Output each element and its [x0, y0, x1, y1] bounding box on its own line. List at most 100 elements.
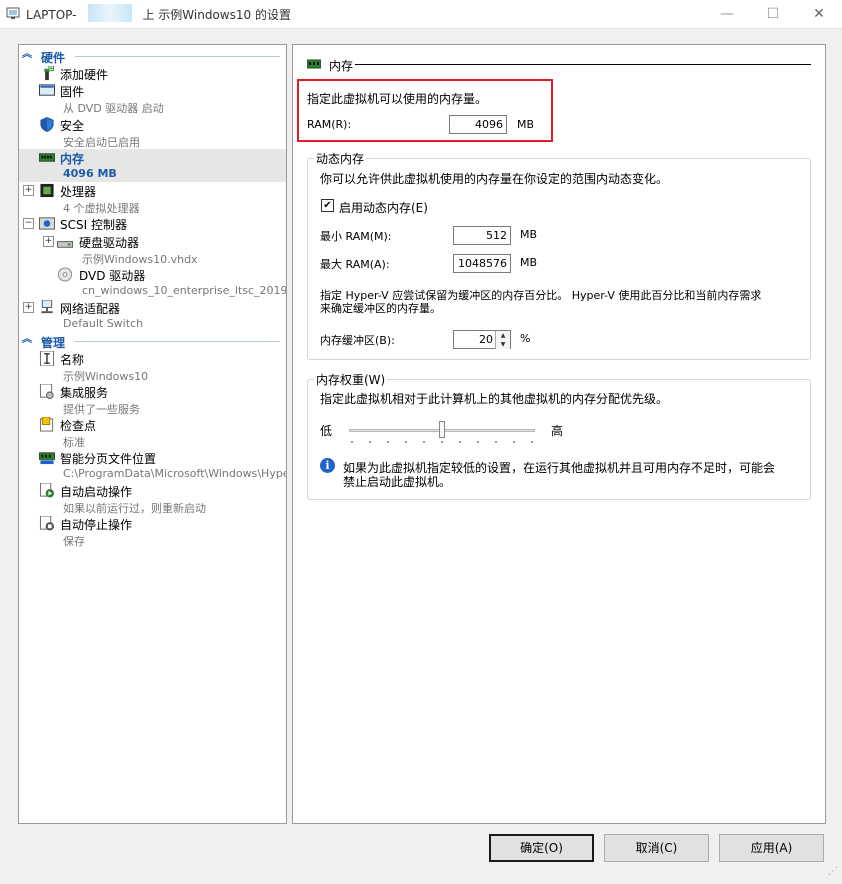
window-title-prefix: LAPTOP- [26, 8, 77, 22]
sidebar-item-detail: 提供了一些服务 [63, 403, 140, 416]
sidebar-item-label: SCSI 控制器 [60, 218, 127, 232]
auto-stop-icon [39, 516, 55, 531]
collapse-minus-icon[interactable]: − [23, 218, 34, 229]
sidebar-item-checkpoints[interactable]: 检查点 标准 [19, 416, 286, 449]
slider-tick [405, 441, 407, 443]
sidebar-item-label: 固件 [60, 85, 85, 99]
sidebar-item-detail: 安全启动已启用 [63, 136, 140, 149]
sidebar-item-smart-paging[interactable]: 智能分页文件位置 C:\ProgramData\Microsoft\Window… [19, 449, 286, 482]
enable-dynamic-memory-label[interactable]: 启用动态内存(E) [339, 199, 428, 216]
slider-tick [351, 441, 353, 443]
sidebar-item-detail: 4 个虚拟处理器 [63, 202, 140, 215]
collapse-chevron-icon[interactable]: ︽ [22, 334, 34, 346]
spin-down-icon[interactable]: ▼ [495, 340, 510, 349]
sidebar-item-security[interactable]: 安全 安全启动已启用 [19, 116, 286, 149]
buffer-unit: % [520, 332, 531, 345]
slider-tick [495, 441, 497, 443]
max-ram-input[interactable]: 1048576 [453, 254, 511, 273]
memory-icon [39, 153, 55, 162]
smart-paging-icon [39, 452, 55, 465]
panel-title-divider [355, 64, 811, 65]
sidebar-item-processor[interactable]: + 处理器 4 个虚拟处理器 [19, 182, 286, 215]
section-divider [75, 56, 280, 57]
min-ram-input[interactable]: 512 [453, 226, 511, 245]
buffer-description-line2: 来确定缓冲区的内存量。 [320, 302, 441, 315]
ram-label: RAM(R): [307, 118, 352, 131]
ram-unit: MB [517, 118, 535, 131]
sidebar-item-detail: Default Switch [63, 317, 144, 330]
memory-weight-title: 内存权重(W) [316, 373, 386, 387]
min-ram-unit: MB [520, 228, 538, 241]
sidebar-item-hard-drive[interactable]: + 硬盘驱动器 示例Windows10.vhdx [19, 233, 286, 266]
expand-plus-icon[interactable]: + [23, 185, 34, 196]
info-icon: i [320, 458, 335, 473]
slider-tick [441, 441, 443, 443]
expand-plus-icon[interactable]: + [23, 302, 34, 313]
spin-up-icon[interactable]: ▲ [495, 331, 510, 340]
management-section-label: 管理 [41, 336, 66, 350]
sidebar-item-auto-stop[interactable]: 自动停止操作 保存 [19, 515, 286, 548]
window-title: LAPTOP- 上 示例Windows10 的设置 [26, 6, 291, 23]
maximize-icon: ☐ [766, 6, 780, 22]
settings-window-icon [6, 7, 20, 19]
enable-dynamic-memory-checkbox[interactable]: ✔ [321, 199, 334, 212]
settings-nav-tree[interactable]: ︽ 硬件 添加硬件 固件 从 DVD 驱动器 启动 安全 安全启动已启用 内存 … [18, 44, 287, 824]
sidebar-item-label: 检查点 [60, 419, 97, 433]
title-bar[interactable]: LAPTOP- 上 示例Windows10 的设置 — ☐ ✕ [0, 0, 842, 29]
resize-grip-icon[interactable]: ⋰ [822, 866, 838, 882]
sidebar-item-label: 自动停止操作 [60, 518, 133, 532]
close-button[interactable]: ✕ [796, 0, 842, 28]
slider-tick [387, 441, 389, 443]
slider-tick [531, 441, 533, 443]
panel-title: 内存 [329, 59, 354, 73]
sidebar-item-label: DVD 驱动器 [79, 269, 146, 283]
sidebar-item-firmware[interactable]: 固件 从 DVD 驱动器 启动 [19, 82, 286, 115]
sidebar-item-detail: 保存 [63, 535, 85, 548]
max-ram-label: 最大 RAM(A): [320, 258, 390, 271]
hardware-section-label: 硬件 [41, 51, 66, 65]
maximize-button[interactable]: ☐ [750, 0, 796, 28]
integration-services-icon [39, 384, 54, 399]
firmware-icon [39, 84, 55, 96]
memory-description: 指定此虚拟机可以使用的内存量。 [307, 92, 488, 106]
sidebar-item-detail: C:\ProgramData\Microsoft\Windows\Hyper-V [63, 467, 287, 480]
apply-button[interactable]: 应用(A) [719, 834, 824, 862]
expand-plus-icon[interactable]: + [43, 236, 54, 247]
sidebar-item-label: 内存 [60, 152, 85, 166]
ram-input[interactable]: 4096 [449, 115, 507, 134]
ok-button[interactable]: 确定(O) [489, 834, 594, 862]
collapse-chevron-icon[interactable]: ︽ [22, 49, 34, 61]
sidebar-item-label: 处理器 [60, 185, 97, 199]
min-ram-label: 最小 RAM(M): [320, 230, 392, 243]
cancel-button[interactable]: 取消(C) [604, 834, 709, 862]
memory-settings-panel: 内存 指定此虚拟机可以使用的内存量。 RAM(R): 4096 MB 动态内存 … [292, 44, 826, 824]
slider-thumb[interactable] [439, 421, 445, 438]
auto-start-icon [39, 483, 55, 498]
hardware-section-header[interactable]: ︽ 硬件 [19, 48, 286, 65]
sidebar-item-label: 名称 [60, 353, 85, 367]
management-section-header[interactable]: ︽ 管理 [19, 333, 286, 350]
buffer-label: 内存缓冲区(B): [320, 334, 395, 347]
sidebar-item-label: 添加硬件 [60, 68, 109, 82]
network-adapter-icon [41, 300, 53, 314]
section-divider [75, 341, 280, 342]
memory-icon [307, 59, 321, 69]
shield-icon [40, 117, 54, 132]
sidebar-item-name[interactable]: 名称 示例Windows10 [19, 350, 286, 383]
minimize-icon: — [720, 6, 734, 22]
redacted-hostname [88, 4, 132, 22]
sidebar-item-detail: 标准 [63, 436, 85, 449]
sidebar-item-network-adapter[interactable]: + 网络适配器 Default Switch [19, 299, 286, 332]
minimize-button[interactable]: — [704, 0, 750, 28]
memory-weight-slider[interactable] [349, 421, 535, 445]
sidebar-item-dvd-drive[interactable]: DVD 驱动器 cn_windows_10_enterprise_ltsc_20… [19, 266, 286, 299]
sidebar-item-auto-start[interactable]: 自动启动操作 如果以前运行过，则重新启动 [19, 482, 286, 515]
add-hardware-icon [44, 66, 55, 81]
sidebar-item-integration-services[interactable]: 集成服务 提供了一些服务 [19, 383, 286, 416]
buffer-spinner[interactable]: 20 ▲ ▼ [453, 330, 511, 349]
processor-icon [40, 183, 54, 198]
dvd-drive-icon [57, 267, 73, 282]
hard-drive-icon [57, 241, 73, 248]
sidebar-item-memory[interactable]: 内存 4096 MB [19, 149, 286, 182]
sidebar-item-label: 网络适配器 [60, 302, 121, 316]
